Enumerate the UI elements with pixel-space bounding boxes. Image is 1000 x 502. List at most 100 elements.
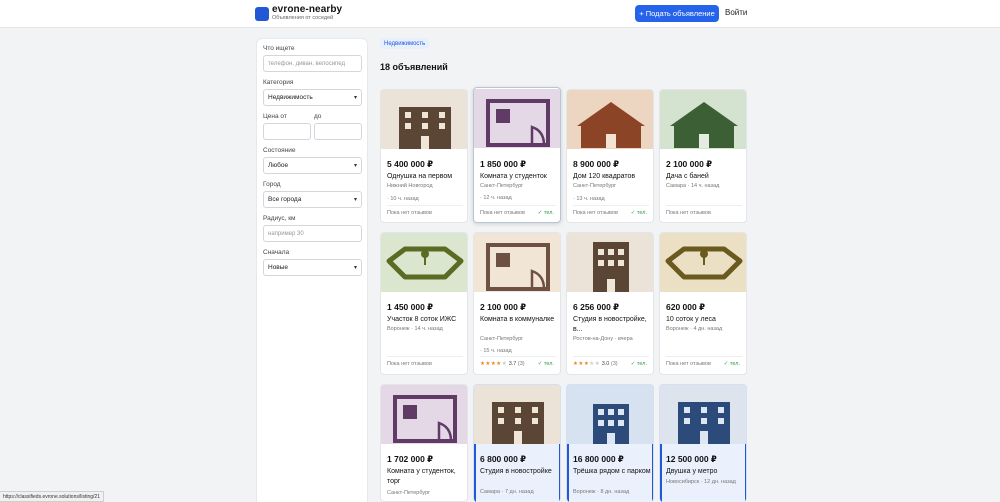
phone-verified-badge: ✓ тел.: [537, 210, 554, 216]
condition-select[interactable]: Любое ▾: [263, 157, 362, 174]
search-input[interactable]: телефон, диван, велосипед: [263, 55, 362, 72]
listing-city: Воронеж · 14 ч. назад: [387, 326, 443, 332]
apartment-building-icon: [660, 385, 746, 444]
condition-label: Состояние: [263, 147, 296, 154]
listing-title: Трёшка рядом с парком: [573, 468, 651, 475]
post-listing-button[interactable]: + Подать объявление: [635, 5, 719, 22]
listing-title: Комната в коммуналке: [480, 316, 555, 323]
divider: [480, 356, 556, 357]
query-label: Что ищете: [263, 45, 295, 52]
listing-city: Санкт-Петербург: [573, 183, 617, 189]
phone-verified-badge: ✓ тел.: [723, 361, 740, 367]
room-plan-icon: [474, 233, 560, 292]
listing-card[interactable]: 1 702 000 ₽ Комната у студенток, торг Са…: [380, 384, 468, 502]
apartment-building-icon: [474, 385, 560, 444]
radius-input[interactable]: например 30: [263, 225, 362, 242]
listing-title: 10 соток у леса: [666, 316, 716, 323]
listing-city: Санкт-Петербург: [387, 490, 431, 496]
listing-city: Нижний Новгород: [387, 183, 433, 189]
listing-card-promoted[interactable]: 12 500 000 ₽ Двушка у метро Новосибирск …: [659, 384, 747, 502]
listing-card[interactable]: 2 100 000 ₽ Дача с баней Самара · 14 ч. …: [659, 89, 747, 223]
top-header: evrone-nearby Объявления от соседей + По…: [0, 0, 1000, 28]
chevron-down-icon: ▾: [353, 197, 357, 203]
listing-city: Новосибирск · 12 дн. назад: [666, 479, 736, 485]
listing-title: Дача с баней: [666, 173, 709, 180]
house-icon: [660, 90, 746, 149]
listing-card[interactable]: 620 000 ₽ 10 соток у леса Воронеж · 4 дн…: [659, 232, 747, 375]
listing-card[interactable]: 6 256 000 ₽ Студия в новостройке, в... Р…: [566, 232, 654, 375]
listing-price: 12 500 000 ₽: [666, 454, 717, 464]
land-plot-icon: [660, 233, 746, 292]
listing-price: 620 000 ₽: [666, 302, 706, 312]
sort-value: Новые: [268, 264, 289, 271]
divider: [573, 356, 649, 357]
listing-price: 1 850 000 ₽: [480, 159, 527, 169]
listing-time: · 13 ч. назад: [573, 196, 605, 202]
listing-title: Комната у студенток, торг: [387, 468, 456, 485]
listing-card[interactable]: 8 900 000 ₽ Дом 120 квадратов Санкт-Пете…: [566, 89, 654, 223]
listing-card-promoted[interactable]: 16 800 000 ₽ Трёшка рядом с парком Ворон…: [566, 384, 654, 502]
listing-card[interactable]: 1 850 000 ₽ Комната у студенток Санкт-Пе…: [473, 87, 561, 223]
room-plan-icon: [474, 89, 560, 148]
listing-time: · 15 ч. назад: [480, 348, 512, 354]
apartment-building-icon: [567, 233, 653, 292]
brand-name[interactable]: evrone-nearby: [272, 4, 342, 15]
listing-city: Санкт-Петербург: [480, 183, 524, 189]
logo-icon[interactable]: [255, 7, 269, 21]
category-chip[interactable]: Недвижимость: [380, 38, 430, 49]
divider: [666, 356, 742, 357]
listing-price: 2 100 000 ₽: [480, 302, 527, 312]
city-value: Все города: [268, 196, 302, 203]
listing-title: Дом 120 квадратов: [573, 173, 636, 180]
listing-title: Студия в новостройке: [480, 468, 552, 475]
listing-price: 2 100 000 ₽: [666, 159, 713, 169]
reviews-status: Пока нет отзывов: [573, 210, 618, 216]
listings-count: 18 объявлений: [380, 62, 448, 72]
chevron-down-icon: ▾: [353, 265, 357, 271]
rating: ★★★★★ 3.0 (3): [573, 361, 618, 367]
category-value: Недвижимость: [268, 94, 313, 101]
listing-time: · 10 ч. назад: [387, 196, 419, 202]
listing-city: Ростов-на-Дону · вчера: [573, 336, 633, 342]
listing-card[interactable]: 2 100 000 ₽ Комната в коммуналке Санкт-П…: [473, 232, 561, 375]
price-to-label: до: [314, 113, 322, 120]
chevron-down-icon: ▾: [353, 163, 357, 169]
listing-price: 6 256 000 ₽: [573, 302, 620, 312]
rating: ★★★★★ 3.7 (3): [480, 361, 525, 367]
rating-stars: ★★★★★: [573, 361, 601, 367]
price-from-label: Цена от: [263, 113, 287, 120]
filters-panel: Что ищете телефон, диван, велосипед Кате…: [256, 38, 368, 502]
phone-verified-badge: ✓ тел.: [630, 210, 647, 216]
listing-price: 16 800 000 ₽: [573, 454, 624, 464]
listing-card-promoted[interactable]: 6 800 000 ₽ Студия в новостройке Самара …: [473, 384, 561, 502]
listing-city: Самара · 7 дн. назад: [480, 489, 534, 495]
phone-verified-badge: ✓ тел.: [537, 361, 554, 367]
listing-price: 6 800 000 ₽: [480, 454, 527, 464]
divider: [573, 205, 649, 206]
sort-label: Сначала: [263, 249, 290, 256]
price-to-input[interactable]: [314, 123, 362, 140]
login-link[interactable]: Войти: [725, 8, 747, 17]
listing-price: 1 450 000 ₽: [387, 302, 434, 312]
listing-card[interactable]: 5 400 000 ₽ Однушка на первом Нижний Нов…: [380, 89, 468, 223]
land-plot-icon: [381, 233, 467, 292]
reviews-status: Пока нет отзывов: [387, 210, 432, 216]
brand-tagline: Объявления от соседей: [272, 15, 334, 21]
listing-city: Санкт-Петербург: [480, 336, 524, 342]
listing-time: · 12 ч. назад: [480, 195, 512, 201]
apartment-building-icon: [381, 90, 467, 149]
price-from-input[interactable]: [263, 123, 311, 140]
sort-select[interactable]: Новые ▾: [263, 259, 362, 276]
divider: [666, 205, 742, 206]
listing-card[interactable]: 1 450 000 ₽ Участок 8 соток ИЖС Воронеж …: [380, 232, 468, 375]
listing-title: Студия в новостройке, в...: [573, 316, 647, 333]
reviews-status: Пока нет отзывов: [387, 361, 432, 367]
reviews-status: Пока нет отзывов: [666, 210, 711, 216]
city-select[interactable]: Все города ▾: [263, 191, 362, 208]
listing-price: 5 400 000 ₽: [387, 159, 434, 169]
listing-title: Однушка на первом: [387, 173, 453, 180]
listing-price: 8 900 000 ₽: [573, 159, 620, 169]
house-icon: [567, 90, 653, 149]
status-bar-url: https://classifieds.evrone.solutions/lis…: [0, 491, 104, 502]
category-select[interactable]: Недвижимость ▾: [263, 89, 362, 106]
